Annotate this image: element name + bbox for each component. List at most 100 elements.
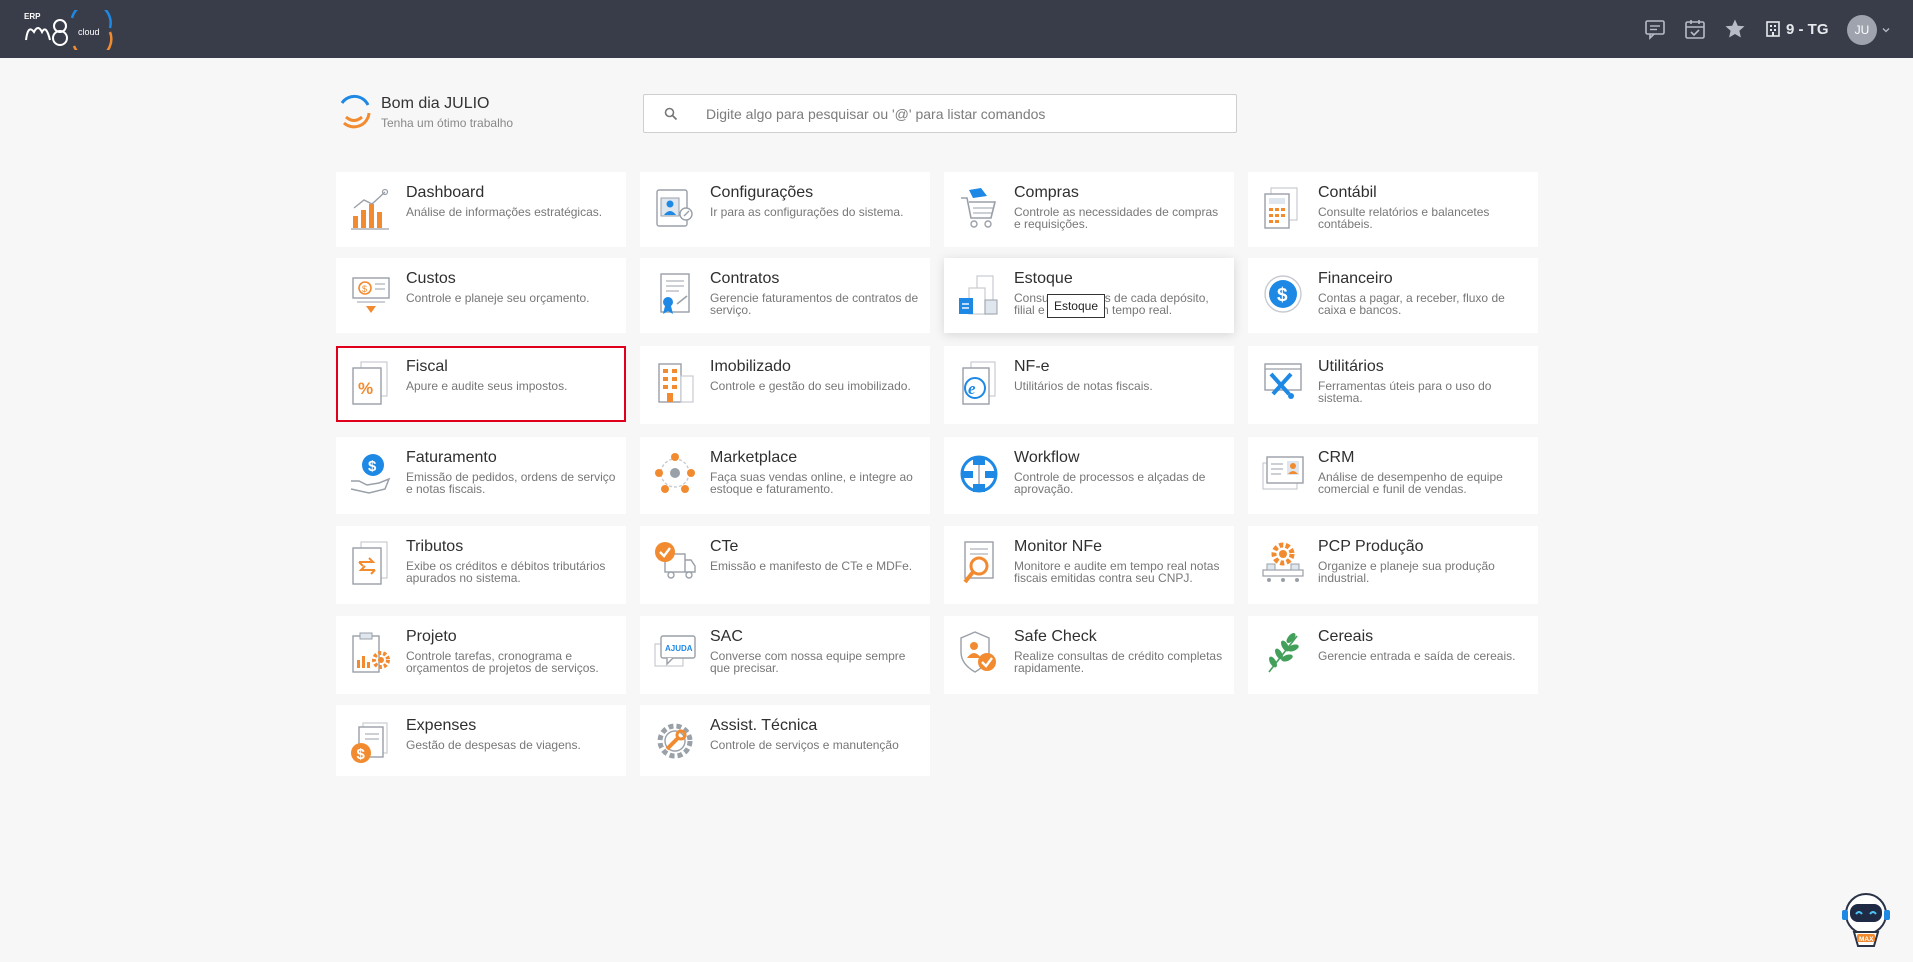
module-description: Ir para as configurações do sistema.	[710, 205, 904, 219]
bar-chart-icon	[351, 188, 389, 230]
module-custos[interactable]: $ Custos Controle e planeje seu orçament…	[336, 258, 626, 333]
calendar-icon[interactable]	[1684, 18, 1706, 40]
module-title: Assist. Técnica	[710, 717, 818, 734]
command-search[interactable]	[643, 94, 1237, 133]
search-icon	[664, 107, 678, 121]
contract-icon	[660, 273, 690, 314]
module-dashboard[interactable]: Dashboard Análise de informações estraté…	[336, 172, 626, 247]
truck-check-icon	[655, 542, 696, 579]
module-title: Imobilizado	[710, 358, 791, 375]
module-title: Custos	[406, 270, 456, 287]
module-description: Emissão e manifesto de CTe e MDFe.	[710, 559, 913, 573]
module-description: Análise de desempenho de equipe comercia…	[1318, 470, 1503, 496]
module-contabil[interactable]: Contábil Consulte relatórios e balancete…	[1248, 172, 1538, 247]
svg-text:$: $	[357, 746, 366, 763]
calculator-report-icon	[1264, 187, 1298, 229]
module-description: Utilitários de notas fiscais.	[1014, 379, 1153, 393]
module-description: Exibe os créditos e débitos tributários …	[406, 559, 606, 585]
module-financeiro[interactable]: $ Financeiro Contas a pagar, a receber, …	[1248, 258, 1538, 333]
module-description: Monitore e audite em tempo real notas fi…	[1014, 559, 1220, 585]
module-title: Projeto	[406, 628, 457, 645]
module-expenses[interactable]: $ Expenses Gestão de despesas de viagens…	[336, 705, 626, 776]
module-title: CRM	[1318, 449, 1355, 466]
module-compras[interactable]: Compras Controle as necessidades de comp…	[944, 172, 1234, 247]
module-workflow[interactable]: Workflow Controle de processos e alçadas…	[944, 437, 1234, 514]
shopping-cart-icon	[961, 188, 997, 228]
module-title: Compras	[1014, 184, 1079, 201]
module-title: Fiscal	[406, 358, 448, 375]
tools-icon	[1264, 363, 1302, 399]
module-pcp-producao[interactable]: PCP Produção Organize e planeje sua prod…	[1248, 526, 1538, 604]
svg-text:$: $	[362, 284, 367, 294]
greeting-logo	[340, 94, 371, 129]
chat-icon[interactable]	[1644, 18, 1666, 40]
module-description: Organize e planeje sua produção industri…	[1318, 559, 1495, 585]
module-title: NF-e	[1014, 358, 1050, 375]
module-description: Contas a pagar, a receber, fluxo de caix…	[1318, 291, 1505, 317]
module-nfe[interactable]: e NF-e Utilitários de notas fiscais.	[944, 346, 1234, 424]
svg-text:$: $	[368, 458, 377, 475]
module-title: Marketplace	[710, 449, 798, 466]
greeting-subtitle: Tenha um ótimo trabalho	[381, 116, 514, 130]
module-title: PCP Produção	[1318, 538, 1424, 555]
module-faturamento[interactable]: $ Faturamento Emissão de pedidos, ordens…	[336, 437, 626, 514]
module-description: Consu s de cada depósito, filial em tempo …	[1014, 291, 1209, 317]
module-imobilizado[interactable]: Imobilizado Controle e gestão do seu imo…	[640, 346, 930, 424]
module-title: Monitor NFe	[1014, 538, 1103, 555]
module-tributos[interactable]: Tributos Exibe os créditos e débitos tri…	[336, 526, 626, 604]
module-title: SAC	[710, 628, 743, 645]
m8-cloud-logo[interactable]: ERP cloud	[22, 10, 114, 50]
module-title: CTe	[710, 538, 739, 555]
module-fiscal[interactable]: % Fiscal Apure e audite seus impostos.	[336, 346, 626, 422]
assistant-robot-icon[interactable]: MAX	[1836, 890, 1896, 950]
network-people-icon	[655, 453, 695, 493]
project-clipboard-icon	[352, 632, 390, 673]
production-gear-icon	[1262, 542, 1304, 582]
module-title: Faturamento	[406, 449, 497, 466]
module-assist-tecnica[interactable]: Assist. Técnica Controle de serviços e m…	[640, 705, 930, 776]
module-title: Estoque	[1014, 270, 1073, 287]
module-crm[interactable]: CRM Análise de desempenho de equipe come…	[1248, 437, 1538, 514]
greeting-title: Bom dia JULIO	[381, 95, 490, 112]
billing-hand-icon: $	[350, 454, 391, 494]
svg-text:e: e	[968, 379, 976, 398]
module-title: Utilitários	[1318, 358, 1384, 375]
module-projeto[interactable]: Projeto Controle tarefas, cronograma e o…	[336, 616, 626, 694]
module-cte[interactable]: CTe Emissão e manifesto de CTe e MDFe.	[640, 526, 930, 604]
module-sac[interactable]: AJUDA SAC Converse com nossa equipe semp…	[640, 616, 930, 694]
warehouse-icon	[959, 275, 998, 315]
grain-leaf-icon	[1268, 633, 1299, 673]
chevron-down-icon[interactable]	[1882, 26, 1890, 34]
percent-document-icon: %	[352, 361, 388, 405]
shield-check-icon	[960, 631, 996, 673]
user-avatar[interactable]: JU	[1847, 15, 1877, 45]
module-monitor-nfe[interactable]: Monitor NFe Monitore e audite em tempo r…	[944, 526, 1234, 604]
star-icon[interactable]	[1724, 18, 1746, 40]
erp-label: ERP	[24, 12, 41, 21]
module-description: Consulte relatórios e balancetes contábe…	[1318, 205, 1490, 231]
module-configuracoes[interactable]: Configurações Ir para as configurações d…	[640, 172, 930, 247]
module-safe-check[interactable]: Safe Check Realize consultas de crédito …	[944, 616, 1234, 694]
workflow-icon	[960, 455, 998, 493]
module-title: Dashboard	[406, 184, 485, 201]
expense-dollar-icon: $	[351, 722, 388, 763]
module-title: Cereais	[1318, 628, 1374, 645]
company-selector[interactable]: 9 - TG	[1766, 18, 1829, 40]
module-contratos[interactable]: Contratos Gerencie faturamentos de contr…	[640, 258, 930, 333]
magnifier-document-icon	[963, 541, 994, 584]
module-description: Converse com nossa equipe sempre que pre…	[710, 649, 906, 675]
module-title: Tributos	[406, 538, 464, 555]
module-cereais[interactable]: Cereais Gerencie entrada e saída de cere…	[1248, 616, 1538, 694]
module-utilitarios[interactable]: Utilitários Ferramentas úteis para o uso…	[1248, 346, 1538, 424]
module-description: Controle e planeje seu orçamento.	[406, 291, 590, 305]
module-title: Safe Check	[1014, 628, 1097, 645]
search-input[interactable]	[706, 103, 1226, 125]
module-marketplace[interactable]: Marketplace Faça suas vendas online, e i…	[640, 437, 930, 514]
cost-money-icon: $	[352, 277, 390, 313]
module-description: Apure e audite seus impostos.	[406, 379, 568, 393]
company-label: 9 - TG	[1786, 20, 1829, 38]
module-description: Análise de informações estratégicas.	[406, 205, 603, 219]
module-title: Expenses	[406, 717, 477, 734]
svg-text:%: %	[358, 379, 373, 398]
support-chat-icon: AJUDA	[654, 635, 696, 667]
